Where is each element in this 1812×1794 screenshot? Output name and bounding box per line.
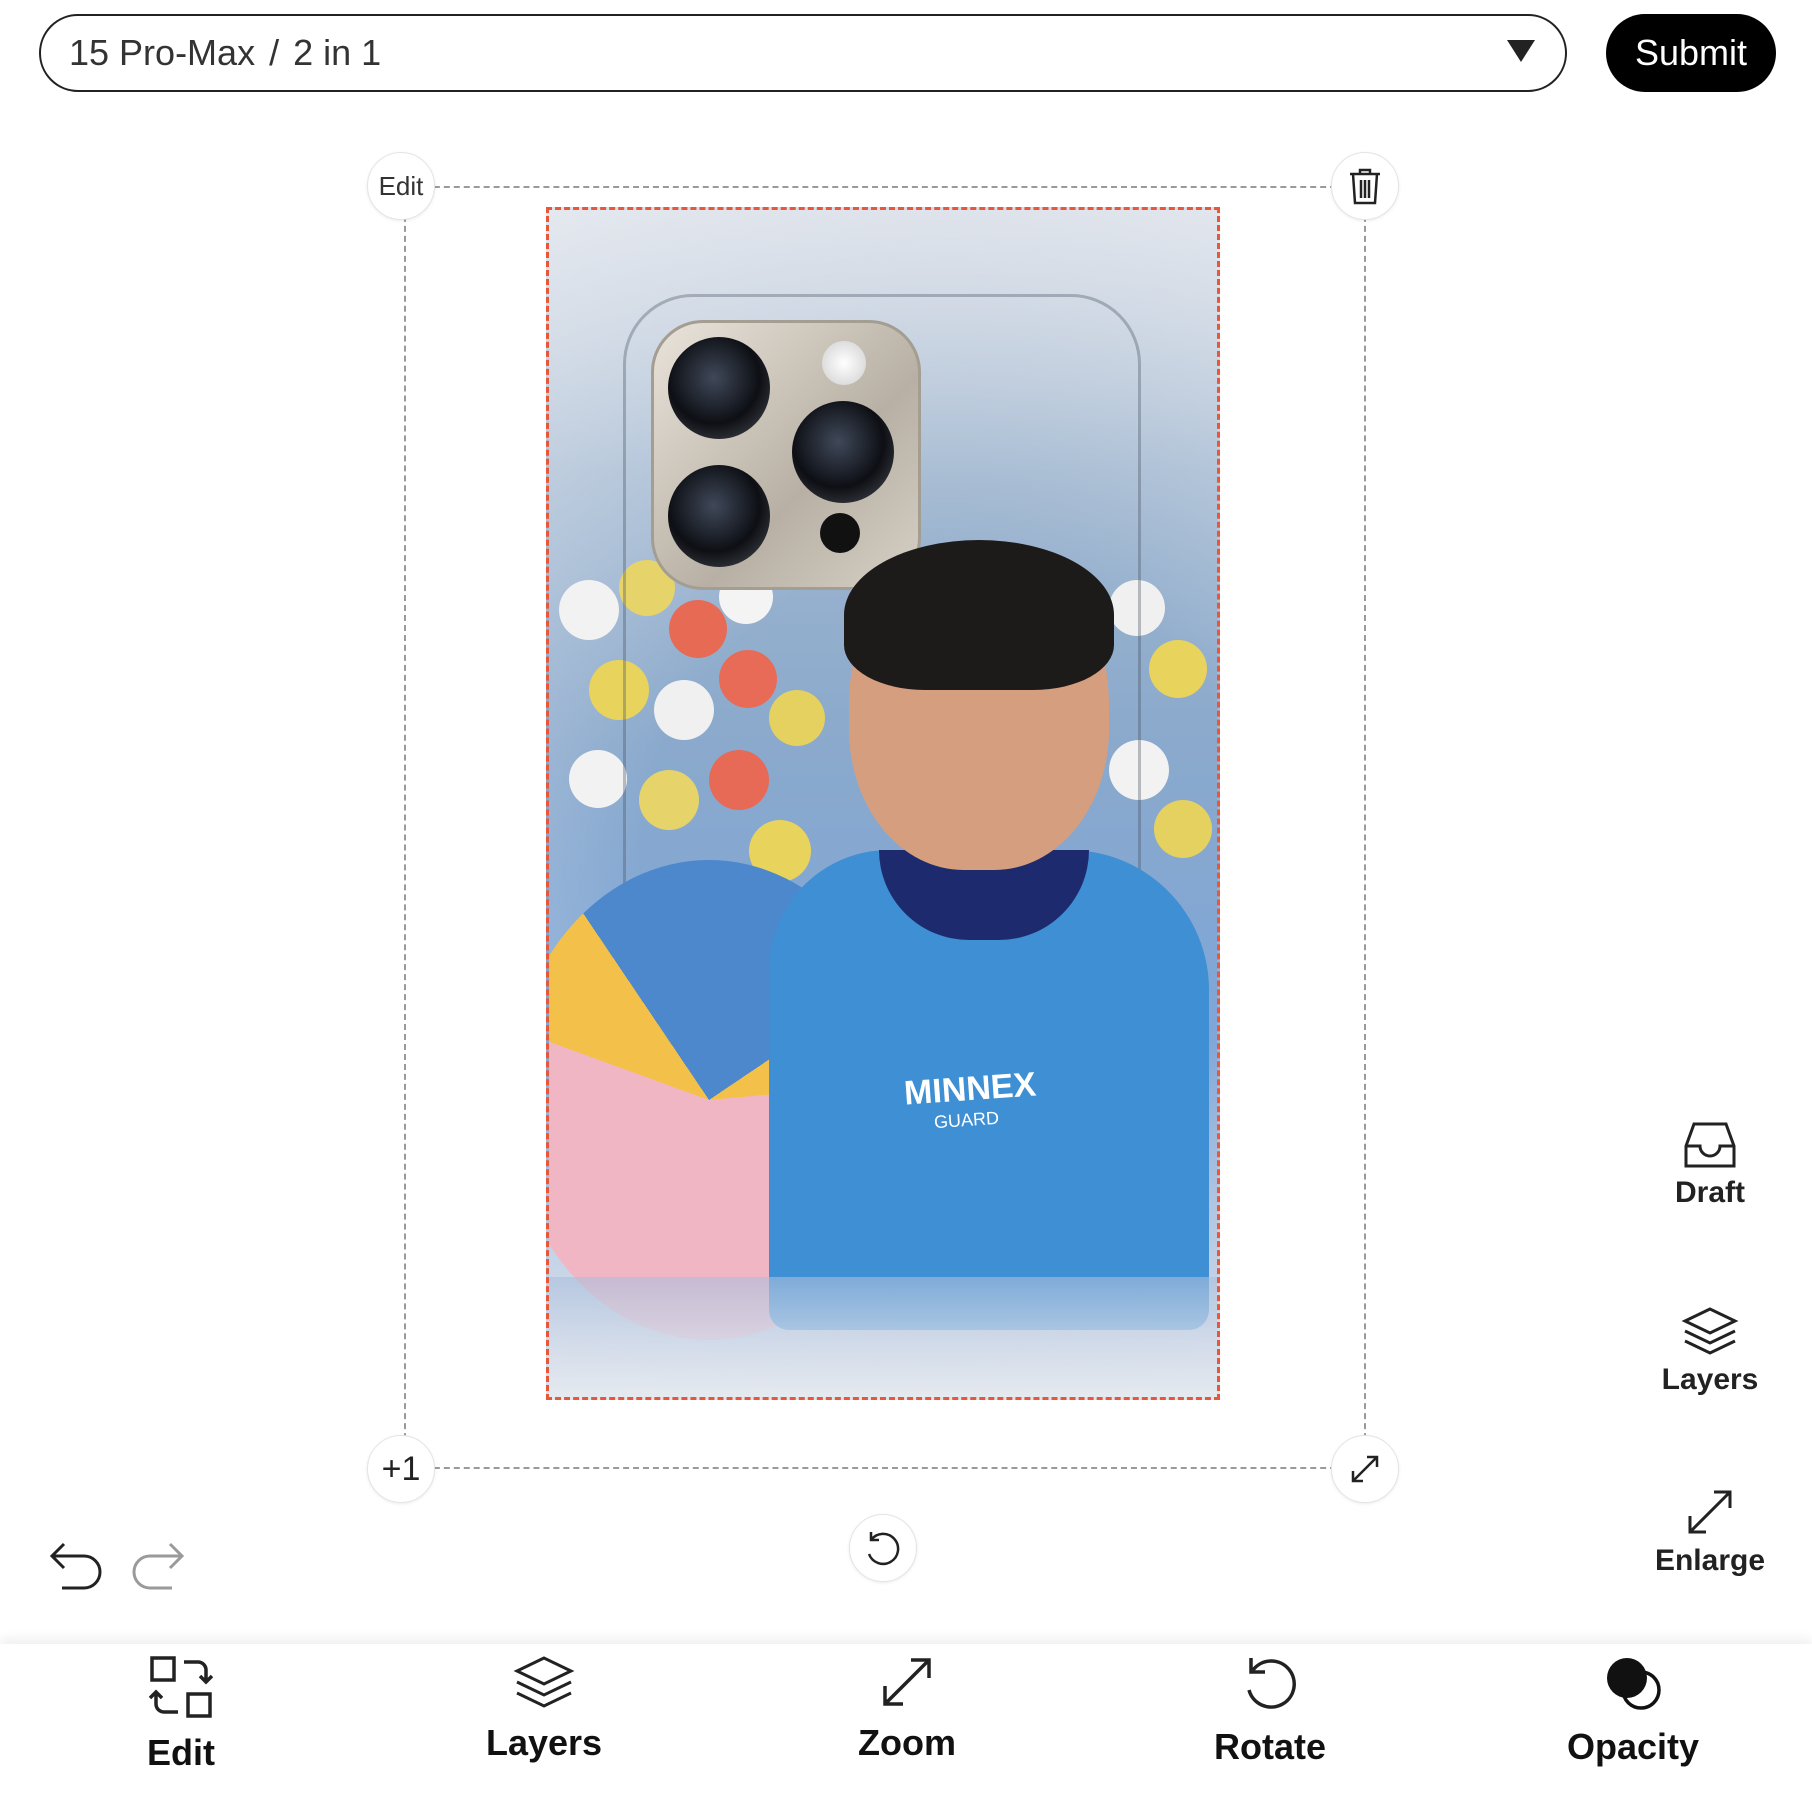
tool-zoom-label: Zoom	[858, 1722, 956, 1763]
phone-case-editor: 15 Pro-Max / 2 in 1 Submit MINNEX GUARD …	[0, 0, 1812, 1794]
camera-lens	[668, 465, 770, 567]
side-layers-label: Layers	[1661, 1363, 1759, 1396]
redo-icon	[132, 1542, 185, 1590]
trash-icon	[1350, 168, 1380, 205]
layers-icon	[513, 1656, 575, 1708]
delete-handle[interactable]	[1331, 152, 1399, 220]
boy-hair	[844, 540, 1114, 690]
model-separator: /	[269, 32, 280, 73]
redo-button[interactable]	[128, 1540, 186, 1597]
photo-floor	[549, 1277, 1217, 1397]
undo-icon	[49, 1542, 102, 1590]
side-layers-button[interactable]: Layers	[1640, 1305, 1780, 1397]
resize-icon	[1351, 1455, 1379, 1483]
case-photo[interactable]: MINNEX GUARD	[546, 207, 1220, 1400]
add-layer-handle[interactable]: +1	[367, 1435, 435, 1503]
rotate-icon	[1247, 1658, 1296, 1709]
camera-lens	[668, 337, 770, 439]
camera-flash	[822, 341, 866, 385]
edit-swap-icon	[148, 1656, 214, 1718]
draft-button[interactable]: Draft	[1640, 1120, 1780, 1210]
resize-handle[interactable]	[1331, 1435, 1399, 1503]
submit-button[interactable]: Submit	[1606, 14, 1776, 92]
tool-rotate-label: Rotate	[1213, 1726, 1326, 1767]
tool-edit-label: Edit	[147, 1732, 215, 1773]
enlarge-button[interactable]: Enlarge	[1640, 1486, 1780, 1578]
bottom-toolbar: Edit Layers Zoom Rotate Opacity	[0, 1644, 1812, 1794]
inbox-icon	[1684, 1122, 1736, 1168]
chevron-down-icon	[1507, 40, 1535, 62]
model-name: 15 Pro-Max	[69, 32, 256, 73]
model-select[interactable]: 15 Pro-Max / 2 in 1	[39, 14, 1567, 92]
rotate-icon	[867, 1532, 900, 1566]
tool-rotate[interactable]: Rotate	[1170, 1654, 1370, 1768]
draft-label: Draft	[1674, 1176, 1745, 1209]
camera-sensor	[820, 513, 860, 553]
camera-lens	[792, 401, 894, 503]
enlarge-icon	[1688, 1490, 1732, 1534]
camera-module	[651, 320, 921, 590]
undo-button[interactable]	[48, 1540, 106, 1597]
rotate-handle[interactable]	[849, 1514, 917, 1582]
zoom-icon	[883, 1658, 931, 1706]
opacity-icon	[1607, 1658, 1661, 1710]
layers-icon	[1681, 1307, 1739, 1355]
model-variant: 2 in 1	[293, 32, 382, 73]
tool-opacity[interactable]: Opacity	[1533, 1654, 1733, 1768]
tool-layers[interactable]: Layers	[444, 1654, 644, 1764]
tool-opacity-label: Opacity	[1566, 1726, 1700, 1767]
edit-handle[interactable]: Edit	[367, 152, 435, 220]
tool-zoom[interactable]: Zoom	[807, 1654, 1007, 1764]
tool-edit[interactable]: Edit	[81, 1654, 281, 1774]
tool-layers-label: Layers	[485, 1722, 603, 1763]
enlarge-label: Enlarge	[1654, 1544, 1766, 1577]
